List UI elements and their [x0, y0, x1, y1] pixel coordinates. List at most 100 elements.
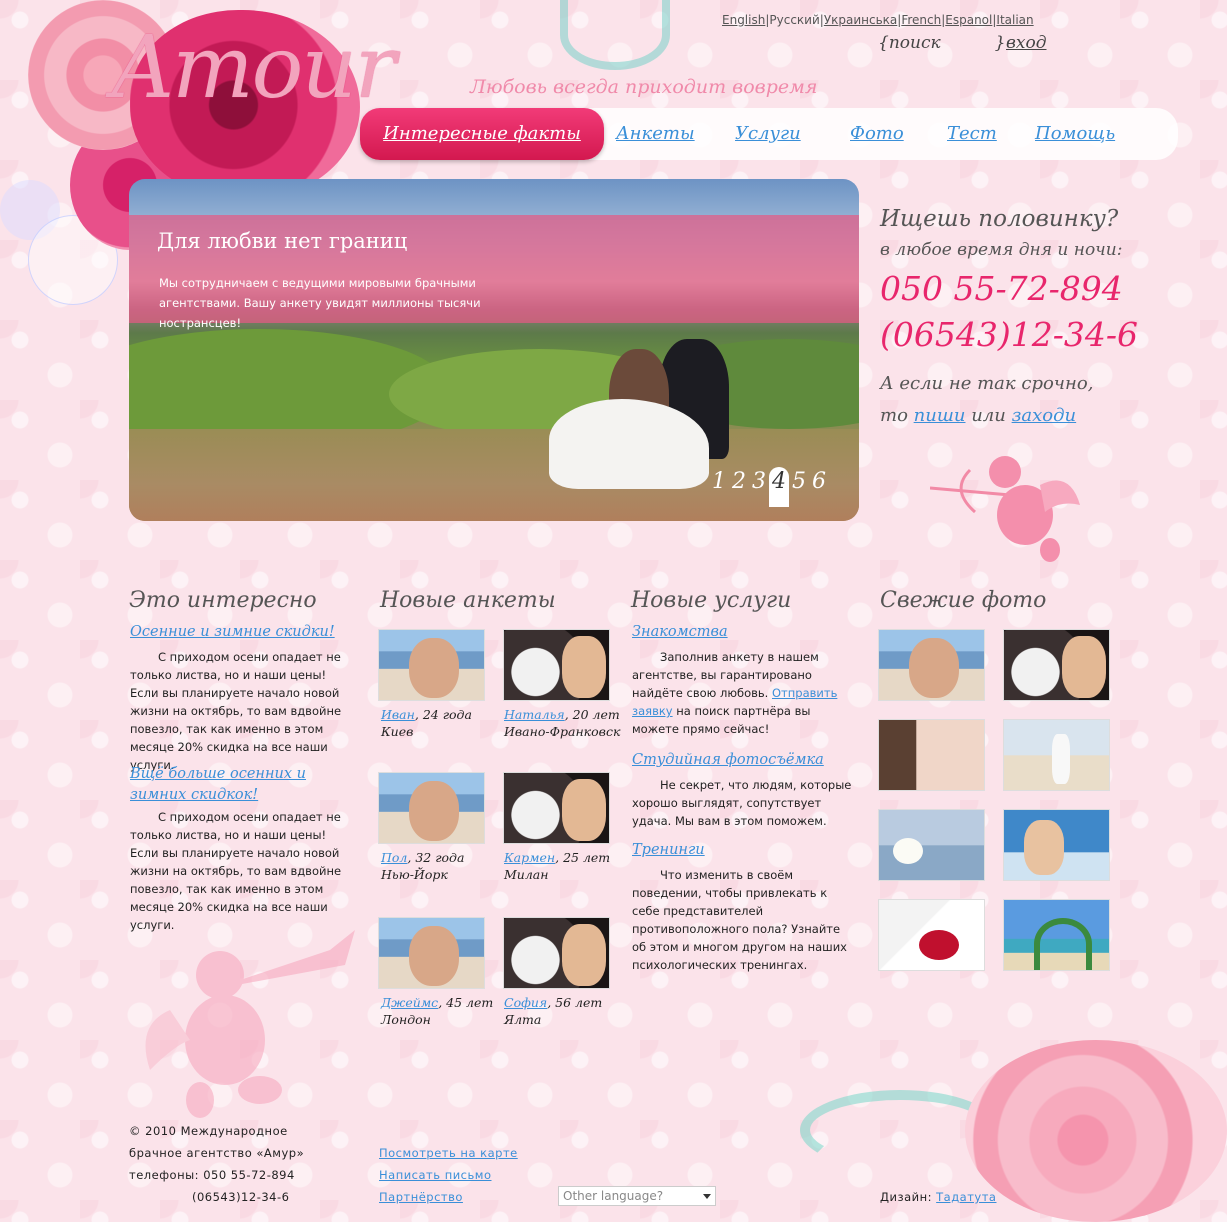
language-select[interactable]: Other language? — [558, 1186, 716, 1206]
slider-pager: 123456 — [709, 467, 829, 507]
footer-agency: брачное агентство «Амур» — [129, 1146, 305, 1160]
slider-title: Для любви нет границ — [157, 229, 408, 253]
nav-services[interactable]: Услуги — [735, 108, 801, 160]
profile-city: Киев — [381, 724, 414, 739]
profile-name-link[interactable]: Пол — [381, 850, 407, 865]
slider-page-3[interactable]: 3 — [749, 469, 769, 494]
contact-alt-to: то — [880, 405, 908, 426]
lang-french[interactable]: French — [901, 13, 941, 27]
fresh-photo[interactable] — [1003, 899, 1110, 971]
slider-page-6[interactable]: 6 — [809, 469, 829, 494]
water-swirl-decoration — [560, 0, 670, 70]
photos-title: Свежие фото — [880, 588, 1047, 613]
map-link[interactable]: Посмотреть на карте — [379, 1146, 518, 1160]
lang-english[interactable]: English — [722, 13, 765, 27]
service-link-trainings[interactable]: Тренинги — [632, 842, 705, 858]
search-input[interactable]: {поиск } — [878, 33, 1005, 53]
profile-photo[interactable] — [378, 772, 485, 844]
profile-name-link[interactable]: Наталья — [504, 707, 565, 722]
contact-alt-line: А если не так срочно, — [880, 373, 1094, 394]
login-button[interactable]: вход — [1006, 33, 1047, 53]
profile-photo[interactable] — [503, 772, 610, 844]
mail-link[interactable]: Написать письмо — [379, 1168, 492, 1182]
profile-caption: Наталья, 20 лет Ивано-Франковск — [504, 706, 620, 740]
profile-photo[interactable] — [378, 629, 485, 701]
contact-title: Ищешь половинку? — [880, 206, 1119, 232]
profile-caption: Иван, 24 года Киев — [381, 706, 472, 740]
slider-page-2[interactable]: 2 — [729, 469, 749, 494]
profile-city: Ивано-Франковск — [504, 724, 621, 739]
profile-name-link[interactable]: Джеймс — [381, 995, 438, 1010]
contact-block: Ищешь половинку? в любое время дня и ноч… — [880, 206, 1220, 432]
interesting-text-2: С приходом осени опадает не только листв… — [130, 810, 342, 932]
lang-russian: Русский — [769, 13, 820, 27]
profile-caption: Пол, 32 года Нью-Йорк — [381, 849, 464, 883]
service-text-dating: Заполнив анкету в нашем агентстве, вы га… — [632, 648, 857, 738]
designer-link[interactable]: Тадатута — [936, 1190, 996, 1204]
visit-link[interactable]: заходи — [1012, 405, 1077, 426]
fresh-photo[interactable] — [1003, 629, 1110, 701]
fresh-photo[interactable] — [878, 899, 985, 971]
profile-caption: Кармен, 25 лет Милан — [504, 849, 610, 883]
footer-links: Посмотреть на карте Написать письмо Парт… — [379, 1142, 518, 1208]
profile-age: , 56 лет — [547, 995, 603, 1010]
fresh-photo[interactable] — [878, 719, 985, 791]
fresh-photo[interactable] — [878, 809, 985, 881]
interesting-title: Это интересно — [129, 588, 317, 613]
profile-city: Милан — [504, 867, 549, 882]
site-tagline: Любовь всегда приходит вовремя — [470, 76, 818, 98]
profile-photo[interactable] — [503, 629, 610, 701]
profile-photo[interactable] — [378, 917, 485, 989]
profile-city: Лондон — [381, 1012, 431, 1027]
language-select-value: Other language? — [563, 1189, 664, 1203]
profile-age: , 20 лет — [564, 707, 620, 722]
site-logo[interactable]: Amour — [112, 18, 396, 118]
profile-name-link[interactable]: Кармен — [504, 850, 555, 865]
services-title: Новые услуги — [631, 588, 792, 613]
slider-page-5[interactable]: 5 — [789, 469, 809, 494]
service-link-dating[interactable]: Знакомства — [632, 624, 728, 640]
fresh-photo[interactable] — [1003, 809, 1110, 881]
profile-age: , 32 года — [407, 850, 465, 865]
profile-photo[interactable] — [503, 917, 610, 989]
service-text-photo: Не секрет, что людям, которые хорошо выг… — [632, 778, 852, 828]
main-nav: Интересные факты Анкеты Услуги Фото Тест… — [360, 108, 1178, 160]
profile-age: , 25 лет — [555, 850, 611, 865]
nav-help[interactable]: Помощь — [1035, 108, 1115, 160]
footer-info: © 2010 Международное брачное агентство «… — [129, 1120, 304, 1208]
write-link[interactable]: пиши — [914, 405, 966, 426]
lang-espanol[interactable]: Espanol — [945, 13, 992, 27]
profile-age: , 45 лет — [438, 995, 494, 1010]
nav-interesting-facts[interactable]: Интересные факты — [360, 108, 604, 160]
fresh-photo[interactable] — [1003, 719, 1110, 791]
contact-alt-or: или — [971, 405, 1006, 426]
service-link-photo[interactable]: Студийная фотосъёмка — [632, 752, 824, 768]
footer-phones: телефоны: 050 55-72-894 — [129, 1168, 295, 1182]
nav-test[interactable]: Тест — [947, 108, 997, 160]
contact-subtitle: в любое время дня и ночи: — [880, 240, 1123, 260]
nav-profiles[interactable]: Анкеты — [616, 108, 695, 160]
partnership-link[interactable]: Партнёрство — [379, 1190, 463, 1204]
profiles-title: Новые анкеты — [380, 588, 556, 613]
contact-phone-1: 050 55-72-894 — [880, 269, 1123, 308]
cupid-trumpet-icon — [145, 930, 355, 1118]
chevron-down-icon — [703, 1194, 711, 1199]
slider-text: Мы сотрудничаем с ведущими мировыми брач… — [159, 276, 481, 330]
profile-name-link[interactable]: София — [504, 995, 547, 1010]
interesting-link-2[interactable]: Вщё больше осенних и зимних скидкок! — [130, 764, 350, 806]
interesting-link-1[interactable]: Осенние и зимние скидки! — [130, 624, 335, 640]
slider-page-4[interactable]: 4 — [769, 467, 789, 507]
footer-copyright: © 2010 Международное — [129, 1124, 288, 1138]
nav-photos[interactable]: Фото — [850, 108, 904, 160]
lang-ukrainian[interactable]: Украинська — [824, 13, 897, 27]
profile-city: Ялта — [504, 1012, 542, 1027]
profile-name-link[interactable]: Иван — [381, 707, 415, 722]
lang-italian[interactable]: Italian — [996, 13, 1033, 27]
cupid-icon — [930, 456, 1080, 562]
fresh-photo[interactable] — [878, 629, 985, 701]
footer-design: Дизайн: Тадатута — [880, 1186, 996, 1208]
profile-caption: София, 56 лет Ялта — [504, 994, 602, 1028]
profile-city: Нью-Йорк — [381, 867, 448, 882]
login-link: вход — [1006, 33, 1047, 53]
slider-page-1[interactable]: 1 — [709, 469, 729, 494]
